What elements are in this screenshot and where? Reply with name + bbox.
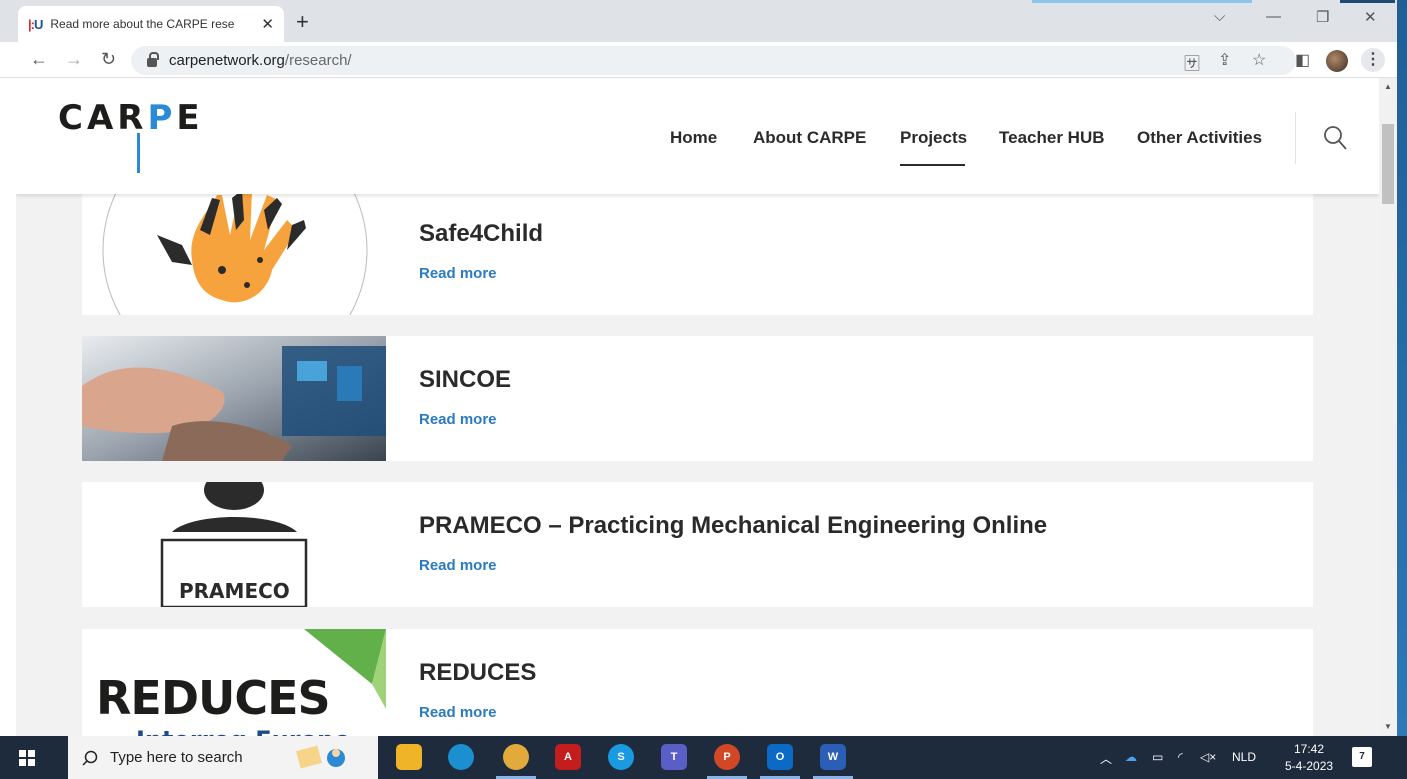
- notification-count: 7: [1359, 751, 1365, 762]
- scrollbar-thumb[interactable]: [1382, 124, 1394, 204]
- tab-search-chevron-icon[interactable]: ⌵: [1214, 8, 1225, 25]
- project-thumbnail[interactable]: REDUCES Interreg Europe: [82, 629, 386, 736]
- share-icon[interactable]: ⇪: [1218, 50, 1231, 70]
- minimize-icon[interactable]: —: [1266, 8, 1281, 25]
- window-accent-dark: [1340, 0, 1395, 3]
- logo-letter: E: [176, 98, 204, 138]
- project-title[interactable]: PRAMECO – Practicing Mechanical Engineer…: [419, 512, 1047, 540]
- project-thumbnail[interactable]: [82, 190, 386, 315]
- address-bar[interactable]: carpenetwork.org/research/: [131, 46, 1296, 75]
- favicon-icon: |:U: [28, 16, 43, 32]
- word-icon[interactable]: W: [820, 744, 846, 770]
- nav-other-activities[interactable]: Other Activities: [1137, 128, 1262, 148]
- nav-projects[interactable]: Projects: [900, 128, 967, 148]
- outlook-icon[interactable]: O: [767, 744, 793, 770]
- logo-bar: [137, 133, 140, 173]
- windows-start-icon[interactable]: [19, 750, 35, 766]
- onedrive-icon[interactable]: ☁: [1125, 750, 1137, 764]
- project-title[interactable]: SINCOE: [419, 366, 511, 394]
- browser-menu-icon[interactable]: ⋮: [1361, 48, 1385, 72]
- page-scrollbar[interactable]: ▲ ▼: [1379, 78, 1397, 736]
- logo-letter: C: [58, 98, 87, 138]
- new-tab-icon[interactable]: +: [296, 9, 309, 35]
- active-nav-indicator: [900, 164, 965, 166]
- edge-browser-icon[interactable]: [448, 744, 474, 770]
- scroll-up-icon[interactable]: ▲: [1384, 82, 1392, 91]
- project-thumbnail[interactable]: PRAMECO: [82, 482, 386, 607]
- side-panel-icon[interactable]: ◧: [1295, 50, 1310, 70]
- window-accent: [1032, 0, 1252, 3]
- url-text[interactable]: carpenetwork.org/research/: [169, 52, 352, 69]
- skype-icon[interactable]: S: [608, 744, 634, 770]
- teams-icon[interactable]: T: [661, 744, 687, 770]
- project-card: SINCOE Read more: [82, 336, 1313, 461]
- nav-teacher-hub[interactable]: Teacher HUB: [999, 128, 1105, 148]
- powerpoint-icon[interactable]: P: [714, 744, 740, 770]
- interreg-thumb-label: Interreg Europe: [136, 726, 351, 736]
- logo-letter: P: [147, 98, 177, 138]
- scroll-down-icon[interactable]: ▼: [1384, 722, 1392, 731]
- site-header: CARPE Home About CARPE Projects Teacher …: [16, 78, 1379, 194]
- read-more-link[interactable]: Read more: [419, 557, 497, 574]
- search-icon: [82, 750, 98, 766]
- reduces-thumb-label: REDUCES: [96, 671, 331, 725]
- wifi-icon[interactable]: ◜: [1178, 750, 1183, 764]
- notification-center-icon[interactable]: 7: [1352, 747, 1372, 767]
- forward-icon[interactable]: →: [65, 49, 83, 70]
- lock-icon[interactable]: [147, 51, 159, 67]
- browser-tab[interactable]: |:U Read more about the CARPE rese ✕: [18, 6, 284, 42]
- clock[interactable]: 17:42 5-4-2023: [1285, 741, 1333, 775]
- tab-close-icon[interactable]: ✕: [261, 15, 274, 33]
- project-title[interactable]: REDUCES: [419, 659, 536, 687]
- project-card: Safe4Child Read more: [82, 190, 1313, 315]
- project-card: REDUCES Interreg Europe REDUCES Read mor…: [82, 629, 1313, 736]
- volume-muted-icon[interactable]: ◁×: [1200, 750, 1216, 764]
- read-more-link[interactable]: Read more: [419, 704, 497, 721]
- nav-about[interactable]: About CARPE: [753, 128, 866, 148]
- read-more-link[interactable]: Read more: [419, 411, 497, 428]
- web-page: CARPE Home About CARPE Projects Teacher …: [16, 78, 1379, 736]
- tab-title: Read more about the CARPE rese: [50, 17, 235, 31]
- handprint-image: [102, 190, 368, 315]
- desktop-edge: [1397, 0, 1407, 736]
- back-icon[interactable]: ←: [30, 49, 48, 70]
- window-close-icon[interactable]: ✕: [1364, 8, 1377, 26]
- carpe-logo[interactable]: CARPE: [58, 98, 204, 138]
- reload-icon[interactable]: ↻: [101, 49, 116, 70]
- bookmark-star-icon[interactable]: ☆: [1252, 50, 1266, 70]
- project-title[interactable]: Safe4Child: [419, 220, 543, 248]
- browser-toolbar: ← → ↻ carpenetwork.org/research/ 🈂 ⇪ ☆ ◧…: [0, 42, 1407, 78]
- project-card: PRAMECO PRAMECO – Practicing Mechanical …: [82, 482, 1313, 607]
- search-highlight-icon[interactable]: [296, 744, 348, 770]
- url-path: /research/: [284, 52, 352, 69]
- clock-date: 5-4-2023: [1285, 759, 1334, 773]
- search-icon[interactable]: [1323, 125, 1347, 151]
- read-more-link[interactable]: Read more: [419, 265, 497, 282]
- nav-home[interactable]: Home: [670, 128, 717, 148]
- hands-laptop-image: [82, 336, 386, 461]
- file-explorer-icon[interactable]: [396, 744, 422, 770]
- language-indicator[interactable]: NLD: [1232, 750, 1256, 764]
- header-divider: [1295, 112, 1296, 164]
- clock-time: 17:42: [1294, 742, 1325, 756]
- translate-icon[interactable]: 🈂: [1184, 50, 1200, 74]
- battery-icon[interactable]: ▭: [1152, 750, 1163, 764]
- logo-letter: R: [117, 98, 148, 138]
- prameco-thumb-label: PRAMECO: [179, 579, 290, 603]
- restore-icon[interactable]: ❐: [1316, 8, 1329, 26]
- taskbar: Type here to search A S T P O W ︿ ☁ ▭ ◜ …: [0, 736, 1407, 779]
- tray-chevron-icon[interactable]: ︿: [1100, 750, 1112, 767]
- url-host: carpenetwork.org: [169, 52, 285, 69]
- project-thumbnail[interactable]: [82, 336, 386, 461]
- browser-tab-strip: |:U Read more about the CARPE rese ✕ + ⌵…: [0, 0, 1407, 42]
- chrome-browser-icon[interactable]: [503, 744, 529, 770]
- taskbar-search-placeholder: Type here to search: [110, 749, 243, 766]
- profile-avatar[interactable]: [1326, 50, 1348, 72]
- logo-letter: A: [86, 98, 118, 138]
- acrobat-icon[interactable]: A: [555, 744, 581, 770]
